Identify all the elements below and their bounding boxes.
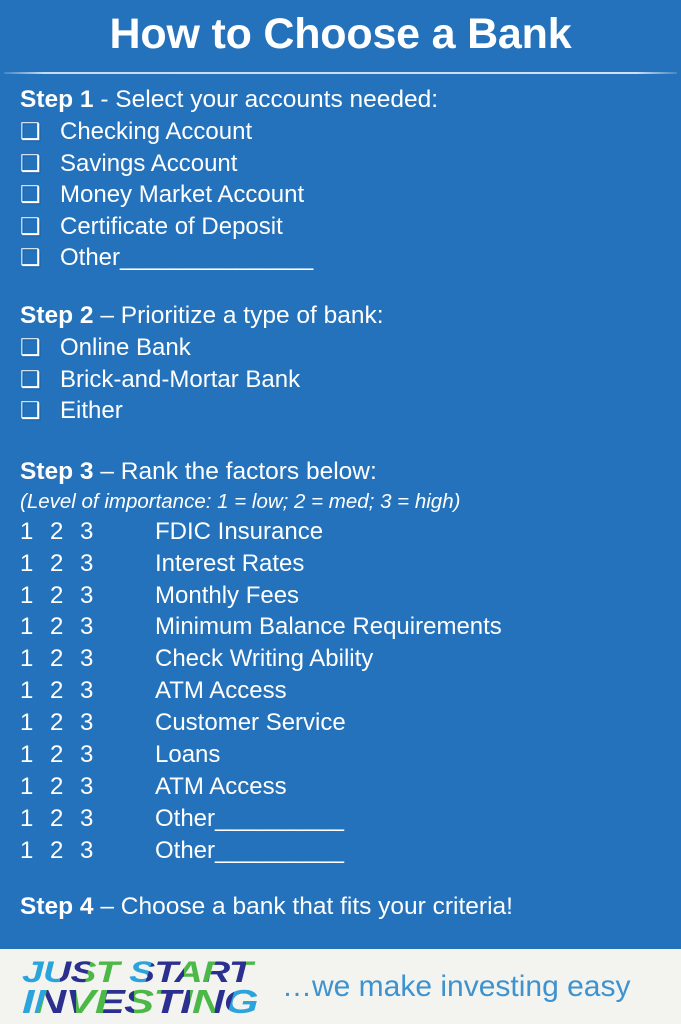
poster-content: Step 1 - Select your accounts needed: ❑ … [0, 74, 681, 923]
just-start-investing-logo[interactable]: JUST START INVESTING [22, 955, 260, 1019]
factor-label: Customer Service [155, 709, 346, 737]
list-item-label: Either [60, 397, 123, 425]
step-4-label: Step 4 [20, 892, 94, 920]
step-2-heading: Step 2 – Prioritize a type of bank: [20, 300, 663, 332]
checkbox-icon[interactable]: ❑ [20, 395, 60, 427]
factor-label: Loans [155, 741, 221, 769]
rank-scale-options[interactable]: 1 2 3 [20, 771, 155, 803]
factor-label: Monthly Fees [155, 581, 300, 609]
footer-tagline: …we make investing easy [282, 969, 631, 1003]
list-item-label: Online Bank [60, 333, 191, 361]
logo-line1-text: JUST START [22, 1018, 23, 1019]
table-row[interactable]: 1 2 3 ATM Access [20, 675, 663, 707]
list-item-label: Certificate of Deposit [60, 212, 283, 240]
step-3-heading: Step 3 – Rank the factors below: [20, 456, 663, 488]
table-row[interactable]: 1 2 3 Minimum Balance Requirements [20, 611, 663, 643]
page-title: How to Choose a Bank [109, 9, 572, 58]
factor-label: Check Writing Ability [155, 645, 374, 673]
write-in-blank[interactable]: _______________ [120, 242, 313, 274]
rank-scale-options[interactable]: 1 2 3 [20, 835, 155, 867]
write-in-blank[interactable]: __________ [215, 835, 344, 867]
checkbox-icon[interactable]: ❑ [20, 116, 60, 148]
poster-root: How to Choose a Bank Step 1 - Select you… [0, 0, 681, 1024]
logo-word-just-start [22, 955, 257, 986]
step-3-label: Step 3 [20, 457, 94, 485]
rank-scale-options[interactable]: 1 2 3 [20, 643, 155, 675]
checkbox-icon[interactable]: ❑ [20, 332, 60, 364]
checkbox-icon[interactable]: ❑ [20, 242, 60, 274]
factor-label: FDIC Insurance [155, 517, 324, 545]
checkbox-icon[interactable]: ❑ [20, 364, 60, 396]
factor-label: Minimum Balance Requirements [155, 613, 502, 641]
list-item-label: Money Market Account [60, 181, 305, 209]
table-row[interactable]: 1 2 3 Other __________ [20, 803, 663, 835]
write-in-blank[interactable]: __________ [215, 803, 344, 835]
factor-label: ATM Access [155, 677, 287, 705]
factor-label: Other [155, 804, 216, 832]
list-item[interactable]: ❑ Brick-and-Mortar Bank [20, 364, 663, 396]
rank-scale-options[interactable]: 1 2 3 [20, 548, 155, 580]
step-1-description: - Select your accounts needed: [93, 86, 439, 113]
step-4-heading: Step 4 – Choose a bank that fits your cr… [20, 891, 663, 923]
list-item[interactable]: ❑ Money Market Account [20, 179, 663, 211]
step-1-heading: Step 1 - Select your accounts needed: [20, 84, 663, 116]
rank-scale-options[interactable]: 1 2 3 [20, 803, 155, 835]
list-item-label: Brick-and-Mortar Bank [60, 365, 301, 393]
list-item[interactable]: ❑ Savings Account [20, 148, 663, 180]
table-row[interactable]: 1 2 3 Interest Rates [20, 548, 663, 580]
step-1-checklist: ❑ Checking Account ❑ Savings Account ❑ M… [20, 116, 663, 274]
list-item[interactable]: ❑ Checking Account [20, 116, 663, 148]
logo-word-investing [22, 985, 258, 1018]
table-row[interactable]: 1 2 3 FDIC Insurance [20, 516, 663, 548]
logo-line2-text: INVESTING [22, 1018, 23, 1019]
rank-scale-options[interactable]: 1 2 3 [20, 707, 155, 739]
list-item[interactable]: ❑ Either [20, 395, 663, 427]
step-3-description: – Rank the factors below: [93, 457, 377, 485]
table-row[interactable]: 1 2 3 Monthly Fees [20, 580, 663, 612]
table-row[interactable]: 1 2 3 Check Writing Ability [20, 643, 663, 675]
list-item-label: Other [60, 244, 121, 272]
list-item[interactable]: ❑ Certificate of Deposit [20, 211, 663, 243]
list-item-label: Checking Account [60, 118, 253, 145]
rank-scale-options[interactable]: 1 2 3 [20, 675, 155, 707]
step-1-label: Step 1 [20, 86, 94, 113]
checkbox-icon[interactable]: ❑ [20, 211, 60, 243]
table-row[interactable]: 1 2 3 Loans [20, 739, 663, 771]
step-2-description: – Prioritize a type of bank: [93, 301, 384, 329]
factor-label: Other [155, 836, 216, 864]
table-row[interactable]: 1 2 3 Customer Service [20, 707, 663, 739]
poster-footer: JUST START INVESTING [0, 949, 681, 1024]
step-4-description: – Choose a bank that fits your criteria! [93, 892, 513, 920]
table-row[interactable]: 1 2 3 Other __________ [20, 835, 663, 867]
list-item-label: Savings Account [60, 149, 238, 177]
step-2-label: Step 2 [20, 301, 94, 329]
rank-scale-options[interactable]: 1 2 3 [20, 516, 155, 548]
checkbox-icon[interactable]: ❑ [20, 148, 60, 180]
rank-scale-options[interactable]: 1 2 3 [20, 739, 155, 771]
list-item[interactable]: ❑ Online Bank [20, 332, 663, 364]
rank-scale-options[interactable]: 1 2 3 [20, 580, 155, 612]
rank-scale-note: (Level of importance: 1 = low; 2 = med; … [20, 489, 461, 513]
poster-header: How to Choose a Bank [0, 0, 681, 72]
step-3-ranking-list: 1 2 3 FDIC Insurance 1 2 3 Interest Rate… [20, 516, 663, 867]
checkbox-icon[interactable]: ❑ [20, 179, 60, 211]
step-2-checklist: ❑ Online Bank ❑ Brick-and-Mortar Bank ❑ … [20, 332, 663, 427]
factor-label: Interest Rates [155, 549, 305, 577]
list-item[interactable]: ❑ Other _______________ [20, 242, 663, 274]
table-row[interactable]: 1 2 3 ATM Access [20, 771, 663, 803]
factor-label: ATM Access [155, 773, 287, 800]
rank-scale-options[interactable]: 1 2 3 [20, 611, 155, 643]
